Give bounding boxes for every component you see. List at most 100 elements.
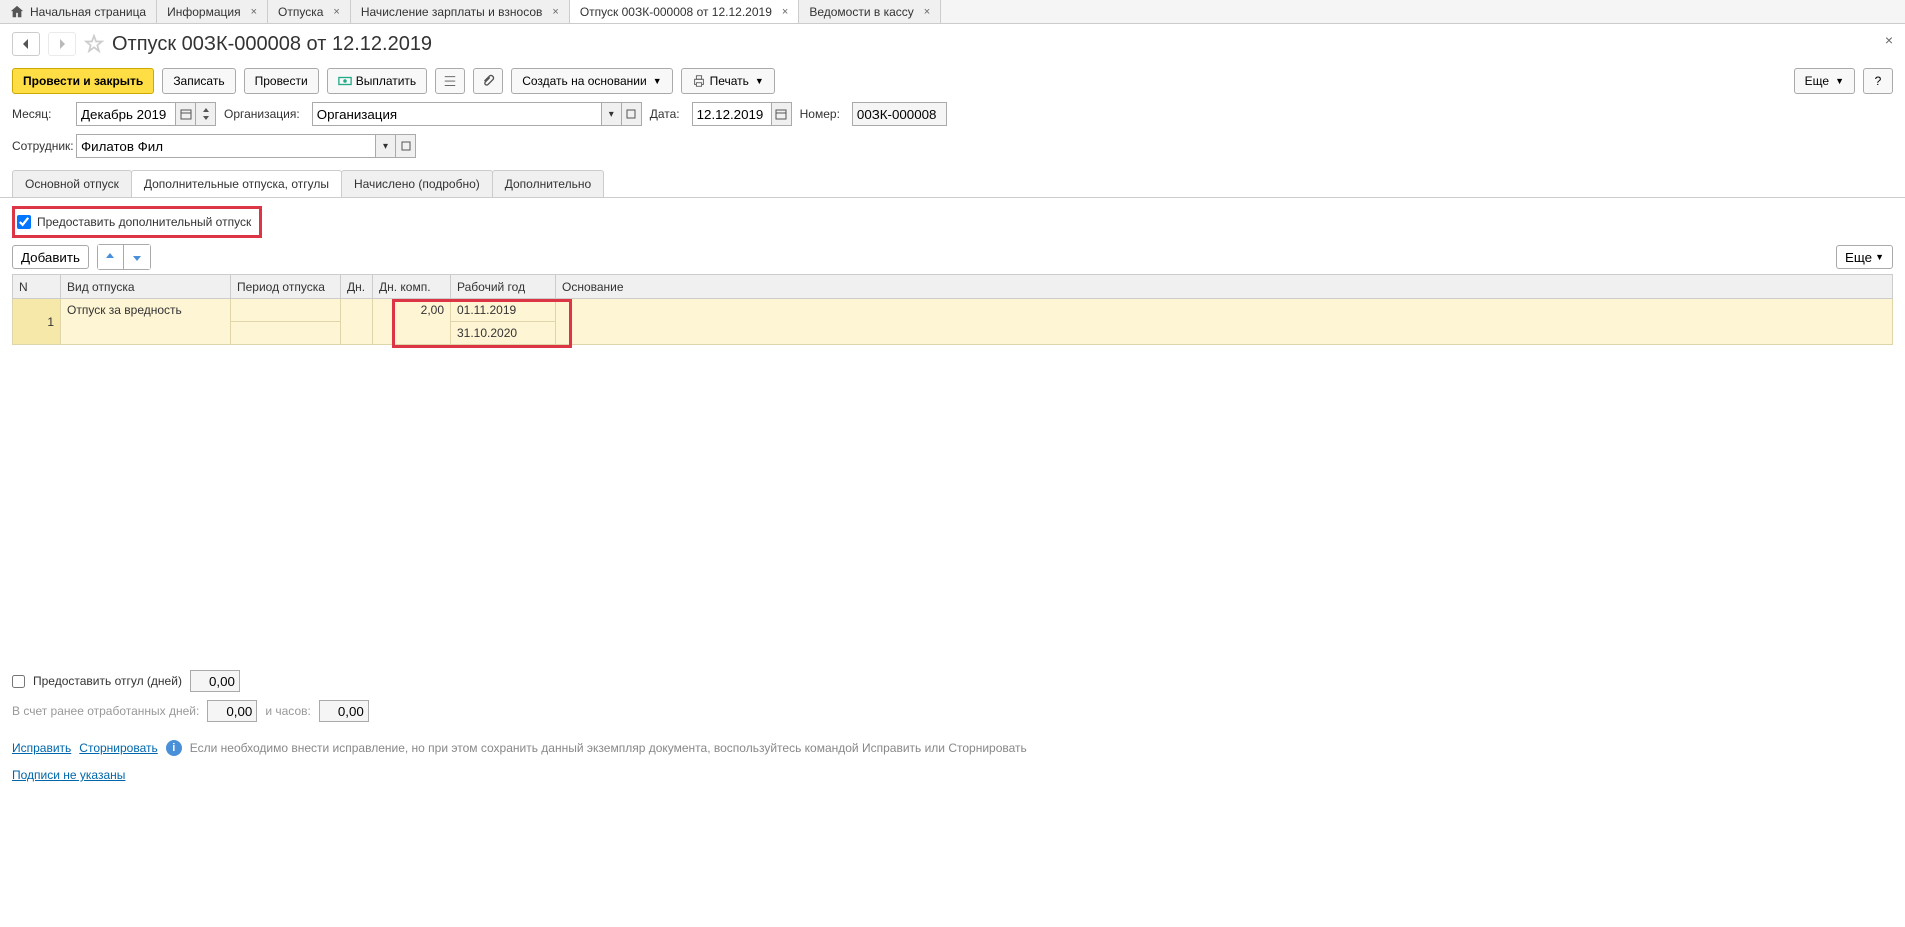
move-buttons xyxy=(97,244,151,270)
tab-cash-registers[interactable]: Ведомости в кассу × xyxy=(799,0,941,23)
employee-open-button[interactable] xyxy=(396,134,416,158)
table-more-button[interactable]: Еще ▼ xyxy=(1836,245,1893,269)
print-button[interactable]: Печать ▼ xyxy=(681,68,775,94)
post-and-close-button[interactable]: Провести и закрыть xyxy=(12,68,154,94)
col-header-type[interactable]: Вид отпуска xyxy=(61,275,231,299)
month-spinner-button[interactable] xyxy=(196,102,216,126)
arrow-right-icon xyxy=(56,38,68,50)
col-header-n[interactable]: N xyxy=(13,275,61,299)
worked-days-input[interactable] xyxy=(207,700,257,722)
close-icon[interactable]: × xyxy=(924,6,930,18)
compensatory-days-input[interactable] xyxy=(190,670,240,692)
number-input[interactable] xyxy=(852,102,947,126)
move-up-button[interactable] xyxy=(98,245,124,269)
employee-label: Сотрудник: xyxy=(12,139,64,153)
tab-home[interactable]: Начальная страница xyxy=(0,0,157,23)
cell-days[interactable] xyxy=(341,299,373,345)
calendar-icon xyxy=(180,108,192,120)
attach-icon xyxy=(481,74,495,88)
help-button[interactable]: ? xyxy=(1863,68,1893,94)
cell-work-year-to[interactable]: 31.10.2020 xyxy=(451,322,556,345)
move-down-button[interactable] xyxy=(124,245,150,269)
close-page-button[interactable]: × xyxy=(1885,32,1893,48)
cell-period-from[interactable] xyxy=(231,299,341,322)
correct-link[interactable]: Исправить xyxy=(12,741,71,755)
list-button[interactable] xyxy=(435,68,465,94)
additional-vacation-checkbox-row: Предоставить дополнительный отпуск xyxy=(17,211,251,233)
employee-input[interactable] xyxy=(76,134,376,158)
table-row[interactable]: 1 Отпуск за вредность 2,00 01.11.2019 xyxy=(13,299,1893,322)
tab-vacation-doc[interactable]: Отпуск 00ЗК-000008 от 12.12.2019 × xyxy=(570,0,799,23)
more-button[interactable]: Еще ▼ xyxy=(1794,68,1855,94)
tab-additional-vacation[interactable]: Дополнительные отпуска, отгулы xyxy=(131,170,342,197)
info-row: Исправить Сторнировать i Если необходимо… xyxy=(12,734,1893,762)
post-button[interactable]: Провести xyxy=(244,68,319,94)
col-header-days[interactable]: Дн. xyxy=(341,275,373,299)
org-open-button[interactable] xyxy=(622,102,642,126)
compensatory-checkbox[interactable] xyxy=(12,675,25,688)
home-icon xyxy=(10,5,24,19)
print-icon xyxy=(692,74,706,88)
list-icon xyxy=(443,74,457,88)
month-label: Месяц: xyxy=(12,107,64,121)
col-header-days-comp[interactable]: Дн. комп. xyxy=(373,275,451,299)
org-input[interactable] xyxy=(312,102,602,126)
org-dropdown-button[interactable]: ▾ xyxy=(602,102,622,126)
close-icon[interactable]: × xyxy=(782,6,788,18)
col-header-period[interactable]: Период отпуска xyxy=(231,275,341,299)
employee-dropdown-button[interactable]: ▾ xyxy=(376,134,396,158)
reverse-link[interactable]: Сторнировать xyxy=(79,741,157,755)
info-text: Если необходимо внести исправление, но п… xyxy=(190,741,1027,755)
tab-accrued[interactable]: Начислено (подробно) xyxy=(341,170,493,197)
signatures-link[interactable]: Подписи не указаны xyxy=(12,768,125,782)
month-input[interactable] xyxy=(76,102,176,126)
tab-label: Информация xyxy=(167,5,240,19)
close-icon[interactable]: × xyxy=(333,6,339,18)
add-row-button[interactable]: Добавить xyxy=(12,245,89,269)
additional-vacation-checkbox[interactable] xyxy=(17,215,31,229)
cell-basis[interactable] xyxy=(556,299,1893,345)
date-calendar-button[interactable] xyxy=(772,102,792,126)
tab-vacations[interactable]: Отпуска × xyxy=(268,0,351,23)
table-wrap: N Вид отпуска Период отпуска Дн. Дн. ком… xyxy=(12,274,1893,654)
cell-type[interactable]: Отпуск за вредность xyxy=(61,299,231,345)
tab-payroll[interactable]: Начисление зарплаты и взносов × xyxy=(351,0,570,23)
tab-info[interactable]: Информация × xyxy=(157,0,268,23)
col-header-work-year[interactable]: Рабочий год xyxy=(451,275,556,299)
close-icon[interactable]: × xyxy=(552,6,558,18)
col-header-basis[interactable]: Основание xyxy=(556,275,1893,299)
hours-input[interactable] xyxy=(319,700,369,722)
save-button[interactable]: Записать xyxy=(162,68,235,94)
cell-period-to[interactable] xyxy=(231,322,341,345)
close-icon[interactable]: × xyxy=(251,6,257,18)
header: Отпуск 00ЗК-000008 от 12.12.2019 × xyxy=(0,24,1905,64)
month-calendar-button[interactable] xyxy=(176,102,196,126)
checkbox-highlight: Предоставить дополнительный отпуск xyxy=(12,206,262,238)
number-label: Номер: xyxy=(800,107,840,121)
tab-main-vacation[interactable]: Основной отпуск xyxy=(12,170,132,197)
nav-forward-button[interactable] xyxy=(48,32,76,56)
nav-back-button[interactable] xyxy=(12,32,40,56)
cell-work-year-from[interactable]: 01.11.2019 xyxy=(451,299,556,322)
form-row-1: Месяц: Организация: ▾ Дата: Номер: xyxy=(0,98,1905,130)
tab-content: Предоставить дополнительный отпуск Добав… xyxy=(0,198,1905,734)
additional-vacation-checkbox-label: Предоставить дополнительный отпуск xyxy=(37,215,251,229)
create-based-button[interactable]: Создать на основании ▼ xyxy=(511,68,672,94)
date-label: Дата: xyxy=(650,107,680,121)
tab-extra[interactable]: Дополнительно xyxy=(492,170,604,197)
compensatory-label: Предоставить отгул (дней) xyxy=(33,674,182,688)
arrow-down-icon xyxy=(131,251,143,263)
pay-button[interactable]: Выплатить xyxy=(327,68,428,94)
worked-days-row: В счет ранее отработанных дней: и часов: xyxy=(12,696,1893,726)
page-title: Отпуск 00ЗК-000008 от 12.12.2019 xyxy=(112,33,432,56)
star-icon[interactable] xyxy=(84,34,104,54)
arrow-up-icon xyxy=(104,251,116,263)
tab-label: Начисление зарплаты и взносов xyxy=(361,5,543,19)
toolbar: Провести и закрыть Записать Провести Вып… xyxy=(0,64,1905,98)
cell-days-comp[interactable]: 2,00 xyxy=(373,299,451,345)
chevron-down-icon: ▼ xyxy=(653,76,662,86)
date-input[interactable] xyxy=(692,102,772,126)
calendar-icon xyxy=(775,108,787,120)
cell-n[interactable]: 1 xyxy=(13,299,61,345)
attach-button[interactable] xyxy=(473,68,503,94)
